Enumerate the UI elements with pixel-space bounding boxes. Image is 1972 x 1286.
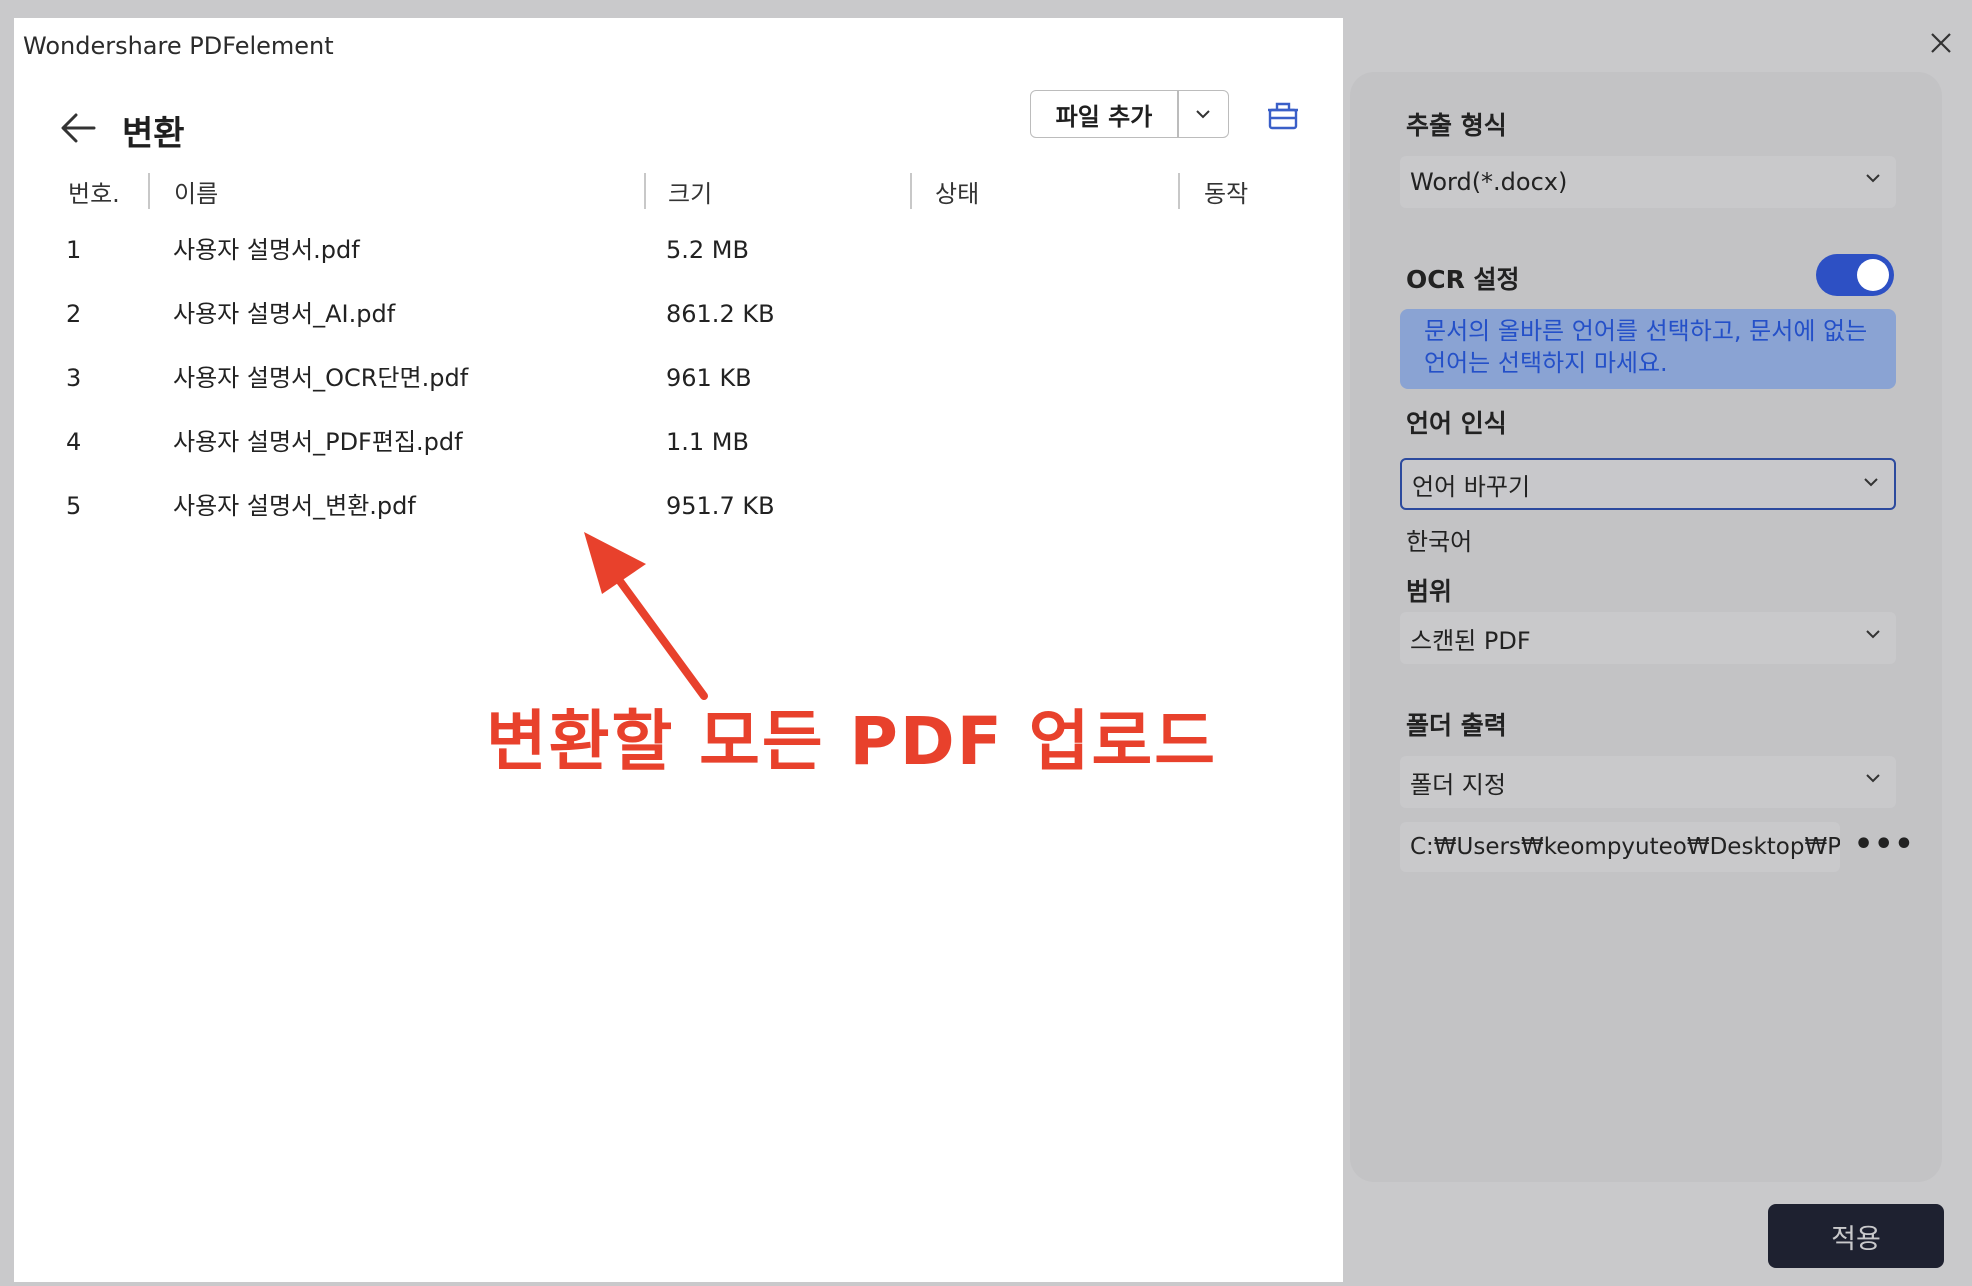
chevron-down-icon <box>1866 174 1880 183</box>
row-number: 1 <box>66 236 82 264</box>
output-folder-label: 폴더 출력 <box>1406 711 1507 740</box>
column-header-action: 동작 <box>1204 180 1249 208</box>
selected-language: 한국어 <box>1406 528 1473 556</box>
trash-icon[interactable] <box>1266 98 1300 132</box>
language-select[interactable]: 언어 바꾸기 <box>1400 458 1896 510</box>
apply-button[interactable]: 적용 <box>1768 1204 1944 1268</box>
column-divider <box>910 173 912 209</box>
column-header-number: 번호. <box>68 180 120 208</box>
row-number: 3 <box>66 364 82 392</box>
range-select[interactable]: 스캔된 PDF <box>1400 612 1896 664</box>
back-arrow-icon[interactable] <box>54 104 102 152</box>
add-file-label[interactable]: 파일 추가 <box>1031 91 1177 137</box>
column-divider <box>644 173 646 209</box>
file-name: 사용자 설명서_AI.pdf <box>173 300 396 328</box>
chevron-down-icon[interactable] <box>1179 91 1229 137</box>
row-number: 2 <box>66 300 82 328</box>
table-row[interactable]: 1 사용자 설명서.pdf 5.2 MB <box>14 218 1343 282</box>
annotation-arrow-icon <box>584 532 708 700</box>
close-icon[interactable] <box>1926 28 1956 58</box>
conversion-panel: Wondershare PDFelement 변환 파일 추가 번호. 이름 크… <box>14 18 1350 1282</box>
chevron-down-icon <box>1866 774 1880 783</box>
annotation-text: 변환할 모든 PDF 업로드 <box>486 703 1217 780</box>
chevron-down-icon <box>1866 630 1880 639</box>
settings-panel: 추출 형식 Word(*.docx) OCR 설정 문서의 올바른 언어를 선택… <box>1350 72 1942 1182</box>
column-header-size: 크기 <box>668 180 713 208</box>
toggle-knob <box>1857 259 1889 291</box>
file-size: 1.1 MB <box>666 428 749 456</box>
file-name: 사용자 설명서.pdf <box>173 236 360 264</box>
row-number: 4 <box>66 428 82 456</box>
export-format-select[interactable]: Word(*.docx) <box>1400 156 1896 208</box>
file-name: 사용자 설명서_변환.pdf <box>173 492 416 520</box>
file-name: 사용자 설명서_PDF편집.pdf <box>173 428 463 456</box>
table-row[interactable]: 3 사용자 설명서_OCR단면.pdf 961 KB <box>14 346 1343 410</box>
ocr-settings-label: OCR 설정 <box>1406 265 1520 294</box>
column-divider <box>148 173 150 209</box>
column-divider <box>1178 173 1180 209</box>
file-size: 861.2 KB <box>666 300 775 328</box>
export-format-value: Word(*.docx) <box>1410 168 1568 196</box>
app-title: Wondershare PDFelement <box>23 32 334 60</box>
language-label: 언어 인식 <box>1406 409 1507 438</box>
language-select-value: 언어 바꾸기 <box>1412 472 1531 501</box>
add-file-button[interactable]: 파일 추가 <box>1030 90 1229 138</box>
chevron-down-icon <box>1864 478 1878 487</box>
ocr-info-banner: 문서의 올바른 언어를 선택하고, 문서에 없는 언어는 선택하지 마세요. <box>1400 309 1896 389</box>
column-header-name: 이름 <box>174 180 219 208</box>
output-folder-value: 폴더 지정 <box>1410 770 1506 799</box>
ocr-toggle[interactable] <box>1816 254 1894 296</box>
file-size: 5.2 MB <box>666 236 749 264</box>
more-options-icon[interactable]: ••• <box>1854 830 1915 860</box>
file-size: 961 KB <box>666 364 752 392</box>
output-path-field[interactable]: C:₩Users₩keompyuteo₩Desktop₩PDF <box>1400 822 1840 872</box>
app-window: Wondershare PDFelement 변환 파일 추가 번호. 이름 크… <box>6 8 1965 1282</box>
table-row[interactable]: 2 사용자 설명서_AI.pdf 861.2 KB <box>14 282 1343 346</box>
output-folder-select[interactable]: 폴더 지정 <box>1400 756 1896 808</box>
table-row[interactable]: 4 사용자 설명서_PDF편집.pdf 1.1 MB <box>14 410 1343 474</box>
range-label: 범위 <box>1406 577 1453 606</box>
file-name: 사용자 설명서_OCR단면.pdf <box>173 364 469 392</box>
export-format-label: 추출 형식 <box>1406 111 1507 140</box>
page-title: 변환 <box>122 114 185 154</box>
column-header-status: 상태 <box>935 180 980 208</box>
range-value: 스캔된 PDF <box>1410 626 1531 655</box>
row-number: 5 <box>66 492 82 520</box>
